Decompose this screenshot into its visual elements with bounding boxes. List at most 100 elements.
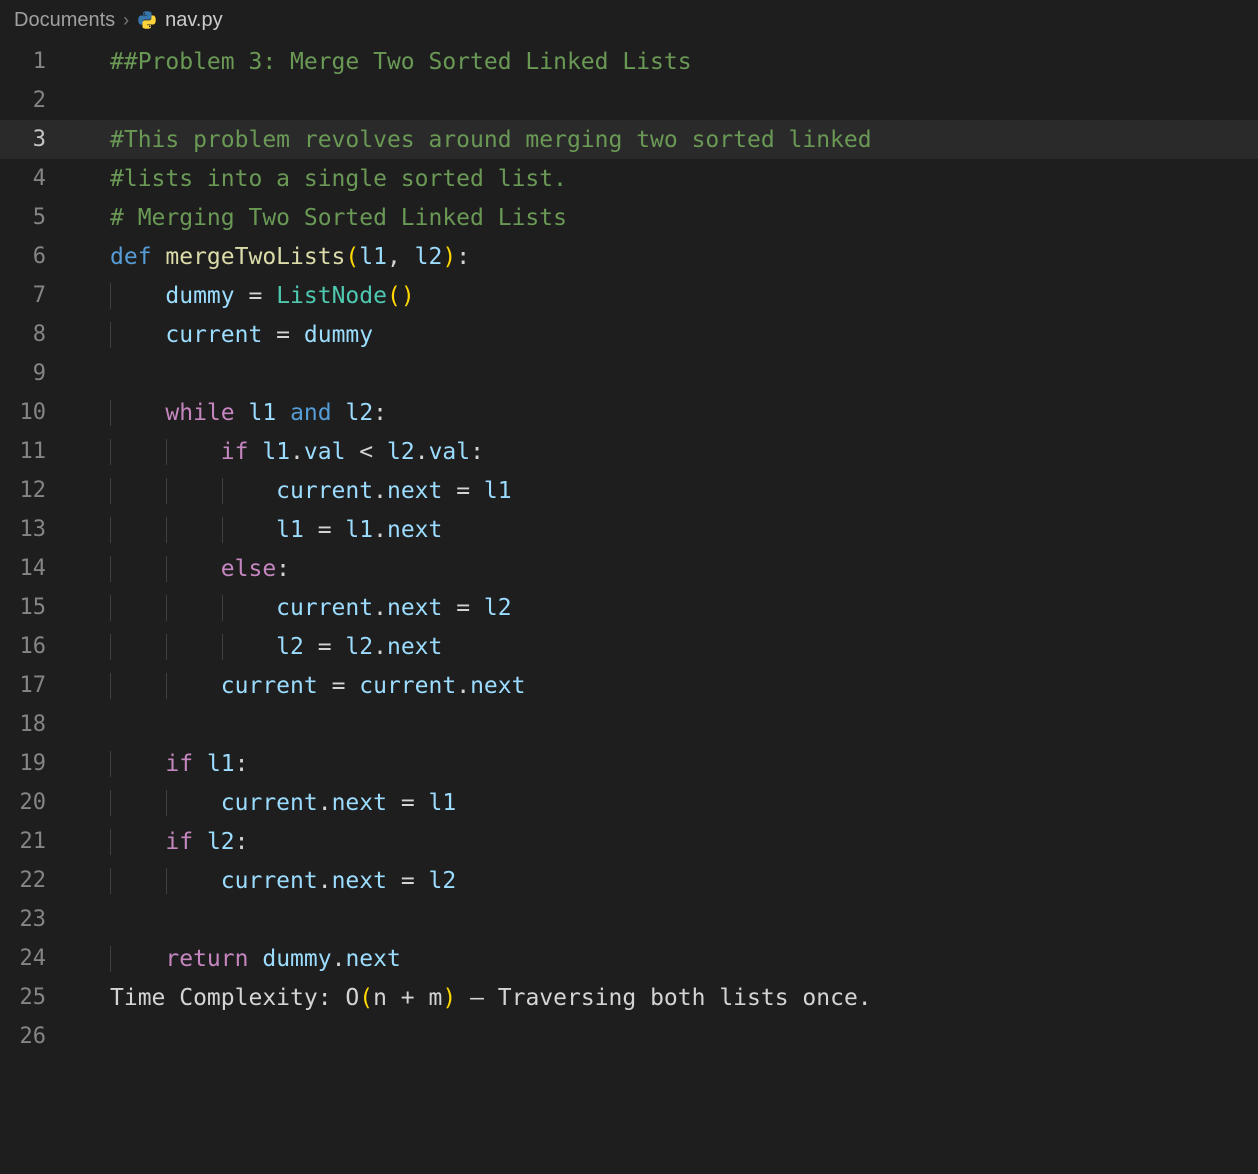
code-line[interactable]: 13 l1 = l1.next <box>0 510 1258 549</box>
code-line[interactable]: 6def mergeTwoLists(l1, l2): <box>0 237 1258 276</box>
token-default: : <box>276 556 290 582</box>
indent-guide <box>110 400 111 426</box>
code-line[interactable]: 21 if l2: <box>0 822 1258 861</box>
token-default: n + m <box>373 985 442 1011</box>
token-paren-y: ) <box>442 244 456 270</box>
code-line[interactable]: 23 <box>0 900 1258 939</box>
code-content[interactable]: if l1: <box>76 751 1258 777</box>
code-line[interactable]: 20 current.next = l1 <box>0 783 1258 822</box>
token-var: l2 <box>387 439 415 465</box>
code-line[interactable]: 19 if l1: <box>0 744 1258 783</box>
token-default: = <box>442 478 484 504</box>
code-content[interactable]: current.next = l1 <box>76 478 1258 504</box>
code-line[interactable]: 11 if l1.val < l2.val: <box>0 432 1258 471</box>
code-content[interactable]: current.next = l2 <box>76 595 1258 621</box>
token-var: l2 <box>484 595 512 621</box>
breadcrumb-folder[interactable]: Documents <box>14 9 115 32</box>
line-number: 25 <box>0 985 76 1010</box>
token-var: l2 <box>345 400 373 426</box>
token-default: . <box>415 439 429 465</box>
token-default <box>110 322 165 348</box>
token-var: next <box>332 868 387 894</box>
code-line[interactable]: 26 <box>0 1017 1258 1056</box>
code-line[interactable]: 25Time Complexity: O(n + m) – Traversing… <box>0 978 1258 1017</box>
token-default: = <box>304 517 346 543</box>
indent-guide <box>110 439 111 465</box>
line-number: 9 <box>0 361 76 386</box>
token-default: . <box>290 439 304 465</box>
line-number: 7 <box>0 283 76 308</box>
token-comment: #This problem revolves around merging tw… <box>110 127 872 153</box>
token-var: next <box>387 478 442 504</box>
token-var: l2 <box>276 634 304 660</box>
code-line[interactable]: 3#This problem revolves around merging t… <box>0 120 1258 159</box>
token-default <box>248 439 262 465</box>
token-default: = <box>387 790 429 816</box>
token-default: = <box>262 322 304 348</box>
code-line[interactable]: 1##Problem 3: Merge Two Sorted Linked Li… <box>0 42 1258 81</box>
token-default <box>110 946 165 972</box>
token-var: dummy <box>165 283 234 309</box>
code-line[interactable]: 9 <box>0 354 1258 393</box>
token-default <box>235 400 249 426</box>
code-line[interactable]: 24 return dummy.next <box>0 939 1258 978</box>
code-content[interactable]: dummy = ListNode() <box>76 283 1258 309</box>
token-paren-y: ( <box>345 244 359 270</box>
code-line[interactable]: 2 <box>0 81 1258 120</box>
code-content[interactable]: #lists into a single sorted list. <box>76 166 1258 192</box>
token-var: dummy <box>304 322 373 348</box>
line-number: 23 <box>0 907 76 932</box>
line-number: 21 <box>0 829 76 854</box>
code-editor[interactable]: 1##Problem 3: Merge Two Sorted Linked Li… <box>0 38 1258 1056</box>
token-default <box>193 829 207 855</box>
code-line[interactable]: 18 <box>0 705 1258 744</box>
token-default: : <box>373 400 387 426</box>
code-content[interactable]: current.next = l2 <box>76 868 1258 894</box>
indent-guide <box>222 595 223 621</box>
indent-guide <box>222 517 223 543</box>
breadcrumb-file[interactable]: nav.py <box>137 9 222 32</box>
indent-guide <box>166 673 167 699</box>
token-default <box>193 751 207 777</box>
code-line[interactable]: 7 dummy = ListNode() <box>0 276 1258 315</box>
line-number: 18 <box>0 712 76 737</box>
code-content[interactable]: if l2: <box>76 829 1258 855</box>
code-content[interactable]: current.next = l1 <box>76 790 1258 816</box>
code-content[interactable]: current = current.next <box>76 673 1258 699</box>
code-content[interactable]: while l1 and l2: <box>76 400 1258 426</box>
line-number: 8 <box>0 322 76 347</box>
line-number: 20 <box>0 790 76 815</box>
code-line[interactable]: 8 current = dummy <box>0 315 1258 354</box>
token-default <box>110 751 165 777</box>
token-keyword: def <box>110 244 165 270</box>
code-line[interactable]: 17 current = current.next <box>0 666 1258 705</box>
code-line[interactable]: 12 current.next = l1 <box>0 471 1258 510</box>
code-content[interactable]: def mergeTwoLists(l1, l2): <box>76 244 1258 270</box>
token-var: current <box>165 322 262 348</box>
code-content[interactable]: #This problem revolves around merging tw… <box>76 127 1258 153</box>
code-content[interactable]: else: <box>76 556 1258 582</box>
code-content[interactable]: if l1.val < l2.val: <box>76 439 1258 465</box>
indent-guide <box>222 634 223 660</box>
code-content[interactable]: Time Complexity: O(n + m) – Traversing b… <box>76 985 1258 1011</box>
code-line[interactable]: 10 while l1 and l2: <box>0 393 1258 432</box>
breadcrumb[interactable]: Documents › nav.py <box>0 0 1258 38</box>
line-number: 26 <box>0 1024 76 1049</box>
code-content[interactable]: l2 = l2.next <box>76 634 1258 660</box>
token-var: dummy <box>262 946 331 972</box>
code-line[interactable]: 4#lists into a single sorted list. <box>0 159 1258 198</box>
code-content[interactable]: return dummy.next <box>76 946 1258 972</box>
token-default: – Traversing both lists once. <box>456 985 871 1011</box>
indent-guide <box>110 673 111 699</box>
code-content[interactable]: current = dummy <box>76 322 1258 348</box>
code-line[interactable]: 16 l2 = l2.next <box>0 627 1258 666</box>
token-default: . <box>373 595 387 621</box>
token-var: val <box>304 439 346 465</box>
code-line[interactable]: 22 current.next = l2 <box>0 861 1258 900</box>
code-content[interactable]: ##Problem 3: Merge Two Sorted Linked Lis… <box>76 49 1258 75</box>
code-content[interactable]: # Merging Two Sorted Linked Lists <box>76 205 1258 231</box>
code-line[interactable]: 14 else: <box>0 549 1258 588</box>
code-line[interactable]: 5# Merging Two Sorted Linked Lists <box>0 198 1258 237</box>
code-line[interactable]: 15 current.next = l2 <box>0 588 1258 627</box>
code-content[interactable]: l1 = l1.next <box>76 517 1258 543</box>
